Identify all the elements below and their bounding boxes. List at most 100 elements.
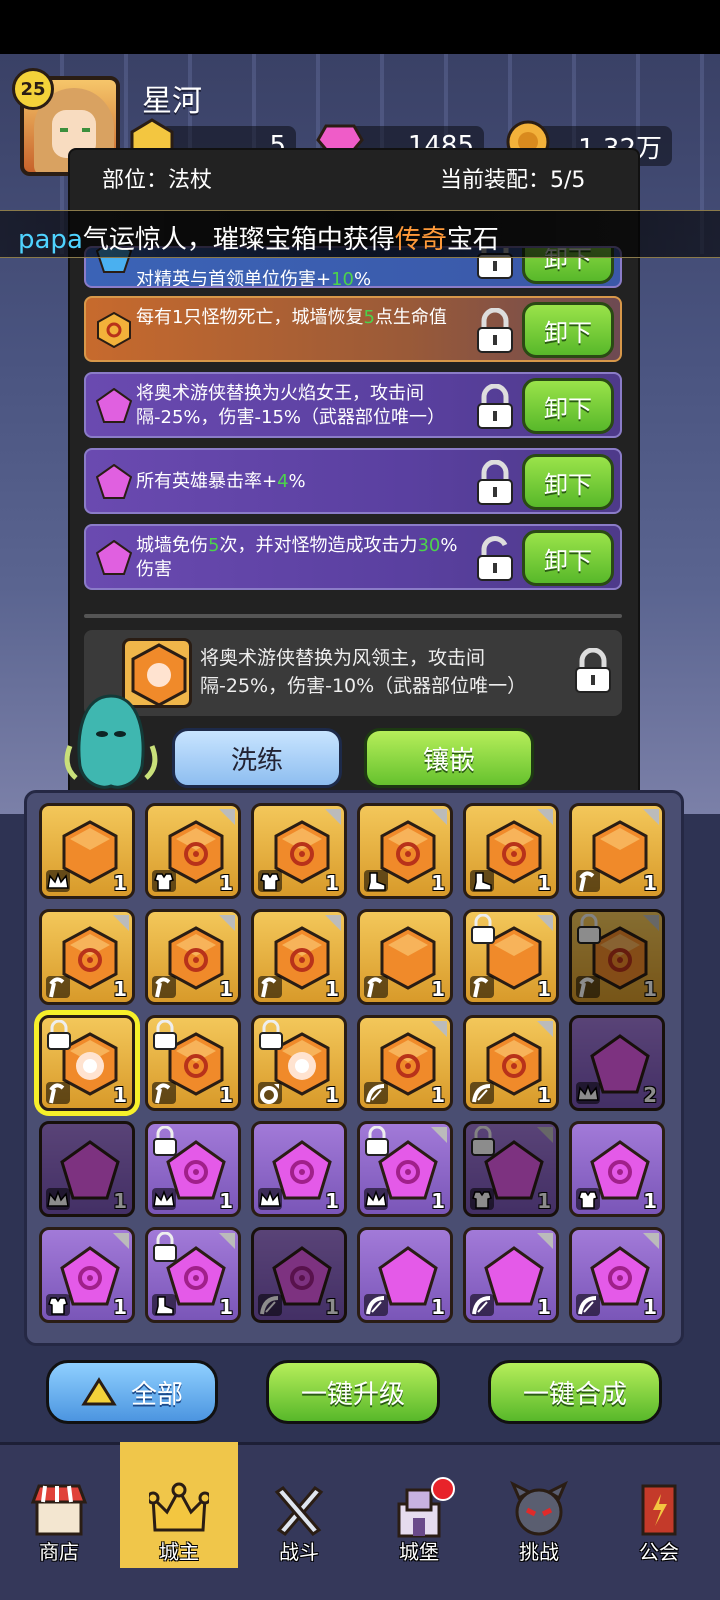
equipped-gem-row[interactable]: 每有1只怪物死亡，城墙恢复5点生命值 卸下 <box>84 296 622 362</box>
lock-icon <box>577 914 601 944</box>
staff-icon <box>364 976 388 998</box>
nav-item-challenge[interactable]: 挑战 <box>480 1442 598 1568</box>
gem-count: 1 <box>537 1295 551 1319</box>
gem-slot[interactable]: 1 <box>357 803 453 899</box>
gem-slot[interactable]: 2 <box>569 1015 665 1111</box>
nav-label: 城主 <box>159 1540 199 1564</box>
gem-slot[interactable]: 1 <box>39 1121 135 1217</box>
lock-icon <box>259 1020 283 1050</box>
gem-slot[interactable]: 1 <box>569 803 665 899</box>
effect-value: 30 <box>417 535 441 556</box>
gem-slot[interactable]: 1 <box>463 1015 559 1111</box>
gem-slot[interactable]: 1 <box>251 1015 347 1111</box>
crossed-swords-icon <box>274 1486 324 1536</box>
gem-slot[interactable]: 1 <box>251 803 347 899</box>
upgrade-all-button[interactable]: 一键升级 <box>266 1360 440 1424</box>
gem-slot[interactable]: 1 <box>357 1227 453 1323</box>
merge-all-button[interactable]: 一键合成 <box>488 1360 662 1424</box>
gem-count: 1 <box>643 1295 657 1319</box>
notification-dot-icon <box>431 1477 455 1501</box>
filter-all-button[interactable]: 全部 <box>46 1360 218 1424</box>
nav-item-battle[interactable]: 战斗 <box>240 1442 358 1568</box>
gem-count: 1 <box>431 977 445 1001</box>
new-corner-marker <box>325 809 341 825</box>
effect-value: 5 <box>208 535 220 556</box>
gem-slot[interactable]: 1 <box>251 1227 347 1323</box>
unequip-button[interactable]: 卸下 <box>522 530 614 586</box>
crown-icon <box>364 1188 388 1210</box>
gem-slot[interactable]: 1 <box>39 909 135 1005</box>
effect-tail: 点生命值 <box>374 307 447 328</box>
inlay-button[interactable]: 镶嵌 <box>364 728 534 788</box>
gem-slot[interactable]: 1 <box>145 803 241 899</box>
nav-item-shop[interactable]: 商店 <box>0 1442 118 1568</box>
gem-effect-text: 每有1只怪物死亡，城墙恢复5点生命值 <box>136 306 466 330</box>
gem-inventory[interactable]: 1 1 1 1 1 1 1 1 1 1 1 1 1 1 1 1 1 2 1 1 1 1 1 1 1 1 1 1 1 1 <box>24 790 684 1346</box>
staff-icon <box>258 976 282 998</box>
lock-icon[interactable] <box>474 308 516 354</box>
gem-count: 1 <box>113 1083 127 1107</box>
lock-icon <box>153 1232 177 1262</box>
new-corner-marker <box>113 915 129 931</box>
effect-text: 每有1只怪物死亡，城墙恢复 <box>136 307 364 328</box>
gem-count: 1 <box>219 1189 233 1213</box>
gem-slot[interactable]: 1 <box>463 1227 559 1323</box>
gem-slot[interactable]: 1 <box>463 803 559 899</box>
gem-slot[interactable]: 1 <box>569 909 665 1005</box>
gem-slot[interactable]: 1 <box>145 1121 241 1217</box>
gem-slot[interactable]: 1 <box>251 909 347 1005</box>
unequip-button[interactable]: 卸下 <box>522 378 614 434</box>
lock-icon[interactable] <box>572 648 614 694</box>
nav-item-guild[interactable]: 公会 <box>600 1442 718 1568</box>
new-corner-marker <box>537 1233 553 1249</box>
effect-value: 10 <box>331 269 354 288</box>
gem-count: 1 <box>643 871 657 895</box>
effect-text: 城墙免伤 <box>136 535 208 556</box>
lock-icon <box>471 914 495 944</box>
unequip-button[interactable]: 卸下 <box>522 454 614 510</box>
lock-icon[interactable] <box>474 460 516 506</box>
gem-slot[interactable]: 1 <box>39 803 135 899</box>
nav-label: 挑战 <box>519 1540 559 1564</box>
gem-slot[interactable]: 1 <box>145 1227 241 1323</box>
shop-icon <box>30 1484 88 1536</box>
bow-icon <box>364 1294 388 1316</box>
nav-item-lord[interactable]: 城主 <box>120 1442 238 1568</box>
gem-count: 1 <box>219 1083 233 1107</box>
gem-slot[interactable]: 1 <box>569 1227 665 1323</box>
gem-slot[interactable]: 1 <box>463 1121 559 1217</box>
crown-icon <box>46 870 70 892</box>
gem-slot[interactable]: 1 <box>357 909 453 1005</box>
unequip-button[interactable]: 卸下 <box>522 302 614 358</box>
lock-icon[interactable] <box>474 384 516 430</box>
armor-icon <box>470 1188 494 1210</box>
gem-count: 1 <box>325 871 339 895</box>
effect-tail: 次，并对怪物造成攻击力 <box>219 535 418 556</box>
new-corner-marker <box>537 1021 553 1037</box>
gem-slot[interactable]: 1 <box>251 1121 347 1217</box>
unlock-icon[interactable] <box>474 536 516 582</box>
lock-icon <box>365 1126 389 1156</box>
boot-icon <box>152 1294 176 1316</box>
staff-icon <box>470 976 494 998</box>
gem-slot[interactable]: 1 <box>569 1121 665 1217</box>
gem-slot[interactable]: 1 <box>357 1121 453 1217</box>
crown-icon <box>149 1482 209 1532</box>
new-gem-description: 将奥术游侠替换为风领主，攻击间隔-25%，伤害-10%（武器部位唯一） <box>200 647 527 697</box>
gem-count: 1 <box>431 871 445 895</box>
effect-tail: % <box>288 471 306 492</box>
equipped-gem-row[interactable]: 所有英雄暴击率+4% 卸下 <box>84 448 622 514</box>
new-corner-marker <box>537 915 553 931</box>
gem-slot[interactable]: 1 <box>145 909 241 1005</box>
crown-icon <box>258 1188 282 1210</box>
nav-item-castle[interactable]: 城堡 <box>360 1442 478 1568</box>
panel-divider <box>84 614 622 618</box>
refine-button[interactable]: 洗练 <box>172 728 342 788</box>
equipped-gem-row[interactable]: 将奥术游侠替换为火焰女王，攻击间隔-25%，伤害-15%（武器部位唯一） 卸下 <box>84 372 622 438</box>
equipped-gem-row[interactable]: 城墙免伤5次，并对怪物造成攻击力30%伤害 卸下 <box>84 524 622 590</box>
gem-slot[interactable]: 1 <box>39 1015 135 1111</box>
gem-slot[interactable]: 1 <box>39 1227 135 1323</box>
gem-slot[interactable]: 1 <box>357 1015 453 1111</box>
gem-slot[interactable]: 1 <box>145 1015 241 1111</box>
gem-slot[interactable]: 1 <box>463 909 559 1005</box>
